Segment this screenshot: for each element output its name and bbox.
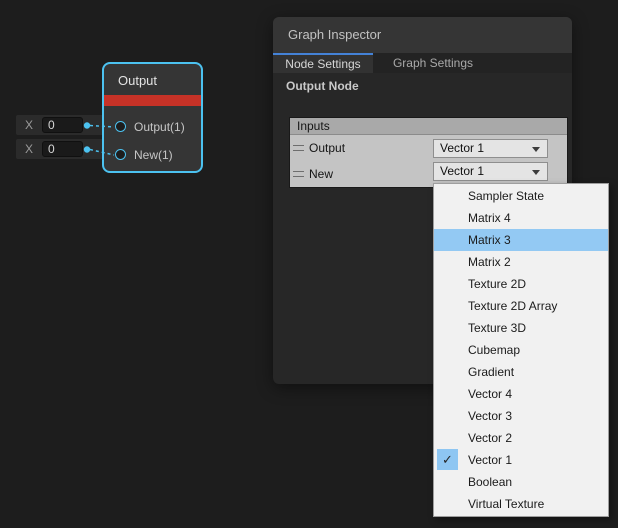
node-color-bar xyxy=(104,95,201,106)
type-dropdown-output-value: Vector 1 xyxy=(440,141,484,155)
inspector-tab-strip: Node Settings Graph Settings xyxy=(273,53,572,73)
drag-handle-icon[interactable] xyxy=(293,145,304,151)
axis-x-label: X xyxy=(25,142,33,156)
inputs-reorderable-list: Inputs Output Vector 1 New Vector 1 xyxy=(289,117,568,188)
input-name-new: New xyxy=(309,161,333,187)
type-dropdown-new-value: Vector 1 xyxy=(440,164,484,178)
graph-inspector-title: Graph Inspector xyxy=(288,17,381,53)
input-name-output: Output xyxy=(309,135,345,161)
menu-item-virtual-texture[interactable]: Virtual Texture xyxy=(434,493,608,515)
node-title: Output xyxy=(118,73,157,88)
input-port-output-icon[interactable] xyxy=(115,121,126,132)
tab-node-settings[interactable]: Node Settings xyxy=(273,53,373,73)
menu-item-vector-1[interactable]: ✓ Vector 1 xyxy=(434,449,608,471)
output-node[interactable]: Output Output(1) New(1) xyxy=(102,62,203,173)
menu-item-texture-2d-array[interactable]: Texture 2D Array xyxy=(434,295,608,317)
input-port-new-label: New(1) xyxy=(134,148,173,162)
menu-item-sampler-state[interactable]: Sampler State xyxy=(434,185,608,207)
menu-item-vector-3[interactable]: Vector 3 xyxy=(434,405,608,427)
inputs-list-row-output: Output Vector 1 xyxy=(290,135,567,161)
menu-item-matrix-3[interactable]: Matrix 3 xyxy=(434,229,608,251)
menu-item-matrix-2[interactable]: Matrix 2 xyxy=(434,251,608,273)
menu-item-gradient[interactable]: Gradient xyxy=(434,361,608,383)
tab-graph-settings[interactable]: Graph Settings xyxy=(373,53,493,73)
chevron-down-icon xyxy=(532,170,540,175)
input-port-output-label: Output(1) xyxy=(134,120,185,134)
menu-item-matrix-4[interactable]: Matrix 4 xyxy=(434,207,608,229)
menu-item-vector-2[interactable]: Vector 2 xyxy=(434,427,608,449)
graph-inspector-header[interactable]: Graph Inspector xyxy=(273,17,572,53)
menu-item-cubemap[interactable]: Cubemap xyxy=(434,339,608,361)
axis-x-label: X xyxy=(25,118,33,132)
menu-item-texture-3d[interactable]: Texture 3D xyxy=(434,317,608,339)
type-dropdown-output[interactable]: Vector 1 xyxy=(433,139,548,158)
menu-item-vector-1-label: Vector 1 xyxy=(468,453,512,467)
input-port-new-icon[interactable] xyxy=(115,149,126,160)
menu-item-boolean[interactable]: Boolean xyxy=(434,471,608,493)
menu-item-vector-4[interactable]: Vector 4 xyxy=(434,383,608,405)
port-value-field-1[interactable]: 0 xyxy=(42,117,83,133)
port-value-field-2[interactable]: 0 xyxy=(42,141,83,157)
shader-graph-window: X 0 X 0 Output Output(1) New(1) Graph In… xyxy=(0,0,618,528)
port-default-input-2: X 0 xyxy=(16,139,107,159)
drag-handle-icon[interactable] xyxy=(293,171,304,177)
type-dropdown-new[interactable]: Vector 1 xyxy=(433,162,548,181)
node-settings-section-title: Output Node xyxy=(286,79,359,93)
checkmark-icon: ✓ xyxy=(437,449,458,470)
type-dropdown-menu: Sampler State Matrix 4 Matrix 3 Matrix 2… xyxy=(433,183,609,517)
port-default-input-1: X 0 xyxy=(16,115,107,135)
chevron-down-icon xyxy=(532,147,540,152)
inputs-list-header: Inputs xyxy=(290,118,567,135)
menu-item-texture-2d[interactable]: Texture 2D xyxy=(434,273,608,295)
